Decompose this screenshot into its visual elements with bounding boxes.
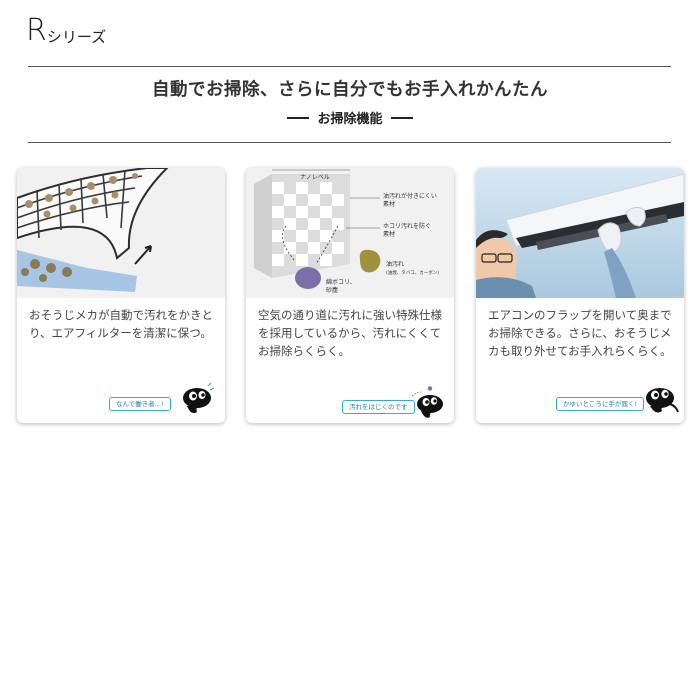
dust-resist-label-2: 素材 bbox=[383, 230, 395, 238]
nano-label: ナノレベル bbox=[300, 174, 330, 181]
series-logo: R シリーズ bbox=[26, 12, 107, 48]
dust-label-1: 綿ボコリ、 bbox=[326, 278, 356, 286]
oil-resist-label-1: 油汚れが付きにくい bbox=[383, 192, 437, 200]
top-divider bbox=[28, 66, 671, 67]
subhead-label: お掃除機能 bbox=[317, 112, 383, 127]
series-suffix: シリーズ bbox=[46, 28, 107, 46]
aircon-photo bbox=[476, 168, 684, 298]
feature-card-anti-dirt: ナノレベル 油汚れが付きにくい 素材 ホコリ汚れを防ぐ 素材 油汚れ (油煙、タ… bbox=[246, 168, 454, 423]
material-diagram-graphic: ナノレベル 油汚れが付きにくい 素材 ホコリ汚れを防ぐ 素材 油汚れ (油煙、タ… bbox=[246, 168, 454, 298]
oil-label-1: 油汚れ bbox=[386, 260, 404, 268]
mascot-speech-badge: かゆいところに手が届く! bbox=[556, 397, 645, 411]
feature-card-flap-clean: エアコンのフラップを開いて奥までお掃除できる。さらに、おそうじメカも取り外せてお… bbox=[476, 168, 684, 423]
aircon-photo-graphic bbox=[476, 168, 684, 298]
mascot-icon bbox=[646, 388, 679, 413]
bottom-divider bbox=[28, 142, 671, 143]
card-description: エアコンのフラップを開いて奥までお掃除できる。さらに、おそうじメカも取り外せてお… bbox=[488, 308, 672, 358]
mascot-speech-badge: 汚れをはじくのです bbox=[342, 400, 415, 414]
mascot-icon bbox=[411, 386, 443, 418]
oil-label-2: (油煙、タバコ、カーボン) bbox=[386, 269, 439, 276]
section-subhead: お掃除機能 bbox=[0, 108, 700, 127]
filter-illustration bbox=[17, 168, 225, 298]
card-description: 空気の通り道に汚れに強い特殊仕様を採用しているから、汚れにくくてお掃除らくらく。 bbox=[258, 308, 442, 358]
subhead-dash-left bbox=[287, 116, 310, 119]
feature-card-auto-clean: おそうじメカが自動で汚れをかきとり、エアフィルターを清潔に保つ。 なんで働き者…… bbox=[17, 168, 225, 423]
mascot-icon bbox=[183, 382, 215, 414]
mascot-speech-badge: なんで働き者…! bbox=[109, 397, 171, 411]
series-letter: R bbox=[26, 13, 47, 48]
page-headline: 自動でお掃除、さらに自分でもお手入れかんたん bbox=[152, 80, 548, 100]
oil-resist-label-2: 素材 bbox=[383, 200, 395, 208]
filter-mesh-graphic bbox=[17, 168, 225, 298]
material-illustration: ナノレベル 油汚れが付きにくい 素材 ホコリ汚れを防ぐ 素材 油汚れ (油煙、タ… bbox=[246, 168, 454, 298]
dust-resist-label-1: ホコリ汚れを防ぐ bbox=[383, 222, 431, 230]
card-description: おそうじメカが自動で汚れをかきとり、エアフィルターを清潔に保つ。 bbox=[29, 308, 213, 340]
subhead-dash-right bbox=[390, 116, 413, 119]
dust-label-2: 砂塵 bbox=[326, 286, 338, 294]
